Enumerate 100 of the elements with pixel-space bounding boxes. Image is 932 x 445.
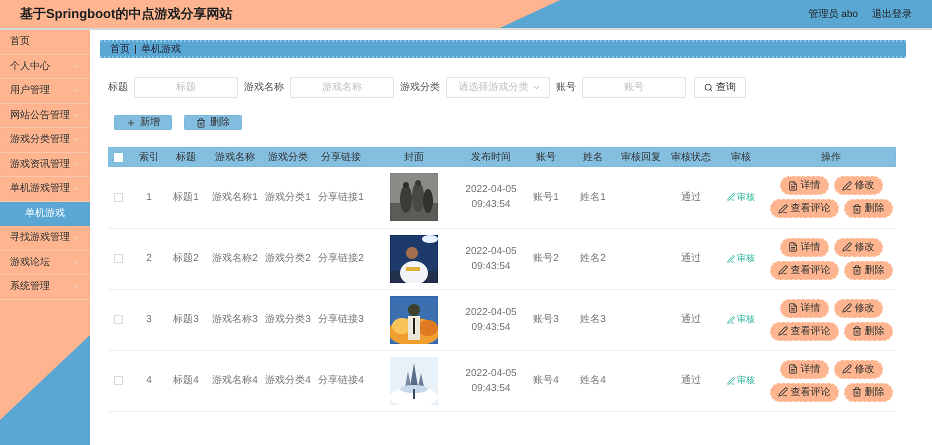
operation-button[interactable]: 删除 [844,382,892,402]
pen-icon [727,376,735,384]
user-name: 管理员 abo [808,8,858,22]
breadcrumb-link[interactable]: 单机游戏 [141,42,181,56]
search-field[interactable]: 账号 [582,77,686,98]
column-header: 账号 [522,147,570,167]
operation-button[interactable]: 删除 [844,322,892,340]
table-cell: 通过 [666,167,716,228]
sidebar-item[interactable]: 游戏论坛 [0,250,90,275]
table-cell: 标题2 [164,228,208,289]
pen-icon [727,316,735,324]
operation-button[interactable]: 修改 [834,298,882,318]
operation-button[interactable]: 详情 [780,238,828,256]
search-field[interactable]: 游戏名称 [290,77,394,98]
pen-icon [842,364,852,374]
table-cell: 分享链接1 [314,167,368,228]
plus-icon [126,118,136,128]
sidebar-item[interactable]: 个人中心 [0,54,90,79]
table-cell: 通过 [666,350,716,411]
search-button[interactable]: 查询 [694,77,746,98]
operation-button[interactable]: 查看评论 [770,260,838,280]
table-cell: 2022-04-05 09:43:54 [460,350,522,411]
checkbox[interactable] [114,315,123,324]
sidebar-item[interactable]: 用户管理 [0,79,90,104]
checkbox[interactable] [114,376,123,385]
filter-label: 游戏名称 [244,80,284,95]
logout-link[interactable]: 退出登录 [872,6,912,22]
sidebar-item[interactable]: 游戏分类管理 [0,128,90,152]
table-cell: 姓名2 [570,228,616,289]
table-cell: 标题3 [164,289,208,350]
table-cell: 分享链接2 [314,228,368,289]
table-cell: 游戏名称1 [208,167,262,228]
trash-icon [196,118,206,128]
column-header: 姓名 [570,147,616,167]
table-cell: 2022-04-05 09:43:54 [460,167,522,228]
column-header: 审核回复 [616,147,666,167]
checkbox[interactable] [114,192,123,202]
table-cell: 分享链接3 [314,289,368,350]
sidebar-item[interactable]: 游戏资讯管理 [0,152,90,177]
breadcrumb-link[interactable]: 首页 [110,42,130,56]
operation-button[interactable]: 删除 [844,260,892,280]
operation-button[interactable]: 查看评论 [770,382,838,402]
table-cell: 游戏名称2 [208,228,262,289]
action-button[interactable]: 新增 [114,115,172,130]
pen-icon [727,254,735,262]
document-icon [788,303,798,313]
column-header: 审核 [716,147,766,167]
search-field[interactable]: 标题 [134,77,238,98]
table-cell: 游戏分类1 [262,167,314,228]
sidebar-item[interactable]: 寻找游戏管理 [0,226,90,250]
search-icon [704,83,713,92]
operation-button[interactable]: 详情 [780,176,828,196]
checkbox[interactable] [114,254,123,263]
sidebar-item[interactable]: 首页 [0,30,90,54]
column-header: 游戏名称 [208,147,262,167]
table-cell: 4 [134,350,164,411]
table-cell: 2022-04-05 09:43:54 [460,289,522,350]
site-title: 基于Springboot的中点游戏分享网站 [20,5,232,24]
table-cell: 游戏名称3 [208,289,262,350]
table-cell: 1 [134,167,164,228]
pen-icon [778,326,788,336]
table-cell: 账号3 [522,289,570,350]
operation-button[interactable]: 查看评论 [770,322,838,340]
action-button[interactable]: 删除 [184,115,242,130]
column-header: 审核状态 [666,147,716,167]
column-header: 操作 [766,147,896,167]
table-cell: 账号1 [522,167,570,228]
operation-button[interactable]: 修改 [834,238,882,256]
table-cell: 账号2 [522,228,570,289]
sidebar-item[interactable]: 系统管理 [0,275,90,300]
table-cell: 游戏分类4 [262,350,314,411]
column-header: 索引 [134,147,164,167]
operation-button[interactable]: 详情 [780,360,828,378]
pen-icon [842,242,852,252]
pen-icon [778,265,788,275]
table-cell: 姓名4 [570,350,616,411]
operation-button[interactable]: 修改 [834,176,882,196]
operation-button[interactable]: 查看评论 [770,199,838,218]
trash-icon [852,326,862,336]
trash-icon [852,204,862,214]
operation-button[interactable]: 修改 [834,360,882,378]
column-header: 游戏分类 [262,147,314,167]
operation-button[interactable]: 详情 [780,298,828,318]
trash-icon [852,387,862,397]
filter-label: 标题 [108,80,128,95]
table-cell: 通过 [666,289,716,350]
table-cell: 姓名1 [570,167,616,228]
document-icon [788,180,798,191]
document-icon [788,364,798,374]
filter-label: 账号 [556,80,576,95]
pen-icon [842,303,852,313]
table-cell: 标题4 [164,350,208,411]
table-cell: 标题1 [164,167,208,228]
table-cell: 游戏分类3 [262,289,314,350]
operation-button[interactable]: 删除 [844,199,892,218]
sidebar-item[interactable]: 网站公告管理 [0,104,90,128]
pen-icon [727,193,735,202]
table-cell: 账号4 [522,350,570,411]
column-header: 发布时间 [460,147,522,167]
table-cell: 2022-04-05 09:43:54 [460,228,522,289]
